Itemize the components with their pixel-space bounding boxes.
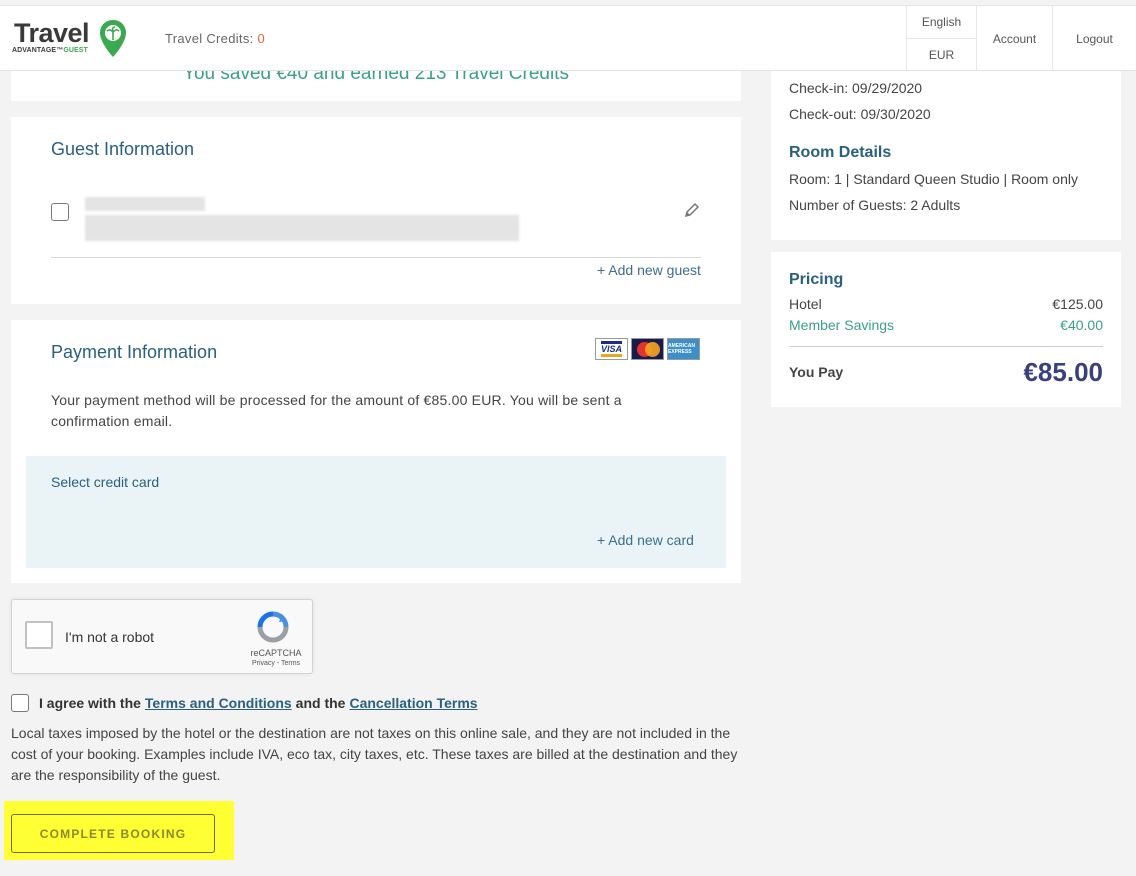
visa-card-icon: VISA bbox=[595, 338, 628, 360]
header-nav: English EUR Account Logout bbox=[906, 6, 1136, 71]
recaptcha-label: I'm not a robot bbox=[65, 629, 155, 645]
guest-name-redacted bbox=[85, 197, 205, 211]
pricing-divider bbox=[789, 346, 1103, 347]
language-selector[interactable]: English bbox=[907, 6, 976, 38]
pricing-title: Pricing bbox=[789, 271, 844, 288]
map-pin-icon bbox=[100, 20, 126, 57]
pricing-card: Pricing Hotel €125.00 Member Savings €40… bbox=[771, 252, 1121, 407]
payment-information-card: Payment Information VISA AMERICAN EXPRES… bbox=[11, 320, 741, 583]
guest-information-title: Guest Information bbox=[51, 139, 195, 159]
hotel-price-label: Hotel bbox=[789, 296, 822, 312]
guest-select-checkbox[interactable] bbox=[51, 203, 69, 221]
select-credit-card-label: Select credit card bbox=[51, 474, 160, 490]
logo-wordmark: Travel bbox=[14, 18, 90, 48]
recaptcha-brand: reCAPTCHA bbox=[250, 648, 302, 658]
guest-divider bbox=[51, 257, 701, 258]
hotel-price-value: €125.00 bbox=[1052, 296, 1103, 312]
add-new-card-link[interactable]: + Add new card bbox=[597, 532, 694, 548]
payment-description: Your payment method will be processed fo… bbox=[51, 392, 622, 429]
edit-pencil-icon[interactable] bbox=[683, 201, 701, 219]
accepted-cards: VISA AMERICAN EXPRESS bbox=[595, 338, 700, 360]
credit-card-selector: Select credit card + Add new card bbox=[26, 456, 726, 568]
checkout-date: Check-out: 09/30/2020 bbox=[789, 106, 931, 122]
guest-count: Number of Guests: 2 Adults bbox=[789, 197, 961, 213]
logo-subtitle: ADVANTAGE™GUEST bbox=[12, 47, 88, 54]
agree-middle: and the bbox=[295, 695, 346, 711]
cancellation-terms-link[interactable]: Cancellation Terms bbox=[349, 695, 477, 711]
terms-agreement: I agree with the Terms and Conditions an… bbox=[11, 693, 482, 713]
member-savings-label: Member Savings bbox=[789, 317, 895, 333]
guest-details-redacted bbox=[85, 215, 519, 241]
amex-card-icon: AMERICAN EXPRESS bbox=[667, 338, 700, 360]
total-row: You Pay €85.00 bbox=[789, 355, 1103, 389]
add-new-guest-link[interactable]: + Add new guest bbox=[597, 262, 701, 278]
currency-selector[interactable]: EUR bbox=[907, 38, 976, 71]
payment-information-title: Payment Information bbox=[51, 342, 218, 362]
recaptcha-checkbox[interactable] bbox=[25, 621, 53, 649]
local-taxes-note: Local taxes imposed by the hotel or the … bbox=[11, 725, 738, 783]
agree-prefix: I agree with the bbox=[39, 695, 141, 711]
member-savings-value: €40.00 bbox=[1060, 317, 1103, 333]
top-header: Travel ADVANTAGE™GUEST Travel Credits: 0… bbox=[0, 5, 1136, 71]
travel-credits-value: 0 bbox=[257, 31, 265, 46]
guest-information-card: Guest Information + Add new guest bbox=[11, 117, 741, 304]
travel-advantage-logo[interactable]: Travel ADVANTAGE™GUEST bbox=[12, 18, 130, 62]
travel-credits-label: Travel Credits: bbox=[165, 31, 254, 46]
you-pay-amount: €85.00 bbox=[1023, 356, 1103, 387]
recaptcha-logo-icon bbox=[257, 611, 289, 643]
room-details-title: Room Details bbox=[789, 144, 892, 161]
you-pay-label: You Pay bbox=[789, 364, 844, 380]
logout-link[interactable]: Logout bbox=[1052, 6, 1136, 71]
room-description: Room: 1 | Standard Queen Studio | Room o… bbox=[789, 171, 1078, 187]
locale-switcher: English EUR bbox=[906, 6, 976, 71]
travel-credits: Travel Credits: 0 bbox=[165, 31, 265, 46]
account-link[interactable]: Account bbox=[976, 6, 1052, 71]
recaptcha-widget: I'm not a robot reCAPTCHA Privacy - Term… bbox=[11, 599, 313, 674]
hotel-price-row: Hotel €125.00 bbox=[789, 296, 1103, 312]
booking-summary-card: Check-in: 09/29/2020 Check-out: 09/30/20… bbox=[771, 60, 1121, 240]
recaptcha-privacy-terms[interactable]: Privacy - Terms bbox=[246, 660, 306, 667]
terms-agree-checkbox[interactable] bbox=[11, 694, 29, 712]
checkin-date: Check-in: 09/29/2020 bbox=[789, 80, 923, 96]
complete-booking-button[interactable]: COMPLETE BOOKING bbox=[11, 814, 215, 853]
terms-and-conditions-link[interactable]: Terms and Conditions bbox=[145, 695, 292, 711]
member-savings-row: Member Savings €40.00 bbox=[789, 317, 1103, 333]
mastercard-icon bbox=[631, 338, 664, 360]
